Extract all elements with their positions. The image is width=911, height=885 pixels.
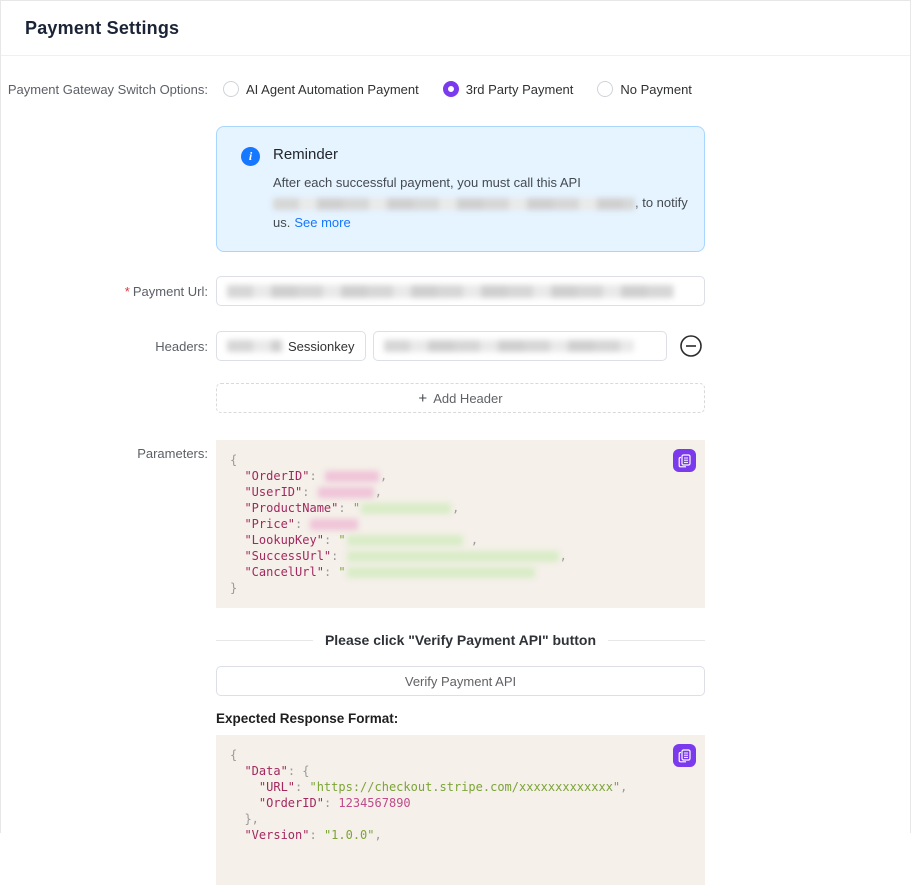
page-header: Payment Settings — [1, 1, 910, 56]
radio-no-payment[interactable]: No Payment — [597, 81, 692, 97]
expected-response-format-label: Expected Response Format: — [216, 711, 705, 726]
payment-url-row: *Payment Url: — [1, 276, 910, 306]
redacted-value — [318, 487, 374, 498]
reminder-row: i Reminder After each successful payment… — [1, 97, 910, 252]
redacted-value — [361, 503, 451, 514]
verify-row: Verify Payment API — [1, 666, 910, 696]
parameters-row: Parameters: { "OrderID": , "UserID": , "… — [1, 440, 910, 608]
reminder-title: Reminder — [273, 146, 688, 163]
copy-button[interactable] — [673, 744, 696, 767]
redacted-value — [227, 340, 282, 352]
minus-circle-icon — [679, 334, 703, 358]
expected-response-label-row: Expected Response Format: — [1, 711, 910, 726]
header-key-input[interactable]: Sessionkey — [216, 331, 366, 361]
remove-header-button[interactable] — [679, 334, 703, 358]
radio-label: No Payment — [620, 82, 692, 97]
reminder-body: After each successful payment, you must … — [273, 173, 688, 233]
divider-row: Please click "Verify Payment API" button — [1, 632, 910, 648]
radio-icon — [223, 81, 239, 97]
payment-gateway-options-row: Payment Gateway Switch Options: AI Agent… — [1, 81, 910, 97]
copy-button[interactable] — [673, 449, 696, 472]
response-json: { "Data": { "URL": "https://checkout.str… — [230, 747, 691, 843]
redacted-api-url — [273, 198, 635, 210]
redacted-value — [325, 471, 379, 482]
instruction-divider: Please click "Verify Payment API" button — [216, 632, 705, 648]
parameters-label: Parameters: — [1, 440, 216, 461]
response-code-block: { "Data": { "URL": "https://checkout.str… — [216, 735, 705, 885]
payment-url-input[interactable] — [216, 276, 705, 306]
copy-icon — [678, 749, 692, 763]
redacted-value — [347, 567, 535, 578]
radio-ai-agent-automation-payment[interactable]: AI Agent Automation Payment — [223, 81, 419, 97]
payment-gateway-radio-group: AI Agent Automation Payment 3rd Party Pa… — [216, 81, 692, 97]
reminder-alert: i Reminder After each successful payment… — [216, 126, 705, 252]
payment-url-label: Payment Url: — [133, 284, 208, 299]
add-header-button[interactable]: + Add Header — [216, 383, 705, 413]
radio-label: 3rd Party Payment — [466, 82, 574, 97]
parameters-json: { "OrderID": , "UserID": , "ProductName"… — [230, 452, 691, 596]
see-more-link[interactable]: See more — [294, 215, 350, 230]
radio-icon — [597, 81, 613, 97]
headers-label: Headers: — [1, 339, 216, 354]
headers-row: Headers: Sessionkey — [1, 331, 910, 361]
redacted-value — [384, 340, 634, 352]
header-key-visible-text: Sessionkey — [288, 339, 354, 354]
copy-icon — [678, 454, 692, 468]
page-title: Payment Settings — [25, 18, 179, 39]
add-header-row: + Add Header — [1, 383, 910, 413]
payment-gateway-options-label: Payment Gateway Switch Options: — [1, 82, 216, 97]
header-value-input[interactable] — [373, 331, 667, 361]
redacted-value — [310, 519, 358, 530]
instruction-text: Please click "Verify Payment API" button — [325, 632, 596, 648]
radio-icon — [443, 81, 459, 97]
parameters-code-block: { "OrderID": , "UserID": , "ProductName"… — [216, 440, 705, 608]
redacted-value — [227, 285, 674, 298]
redacted-value — [347, 535, 463, 546]
info-icon: i — [241, 147, 260, 166]
verify-payment-api-button[interactable]: Verify Payment API — [216, 666, 705, 696]
radio-label: AI Agent Automation Payment — [246, 82, 419, 97]
expected-response-row: { "Data": { "URL": "https://checkout.str… — [1, 735, 910, 885]
radio-3rd-party-payment[interactable]: 3rd Party Payment — [443, 81, 574, 97]
plus-icon: + — [418, 390, 427, 407]
required-asterisk: * — [125, 284, 130, 299]
redacted-value — [347, 551, 559, 562]
